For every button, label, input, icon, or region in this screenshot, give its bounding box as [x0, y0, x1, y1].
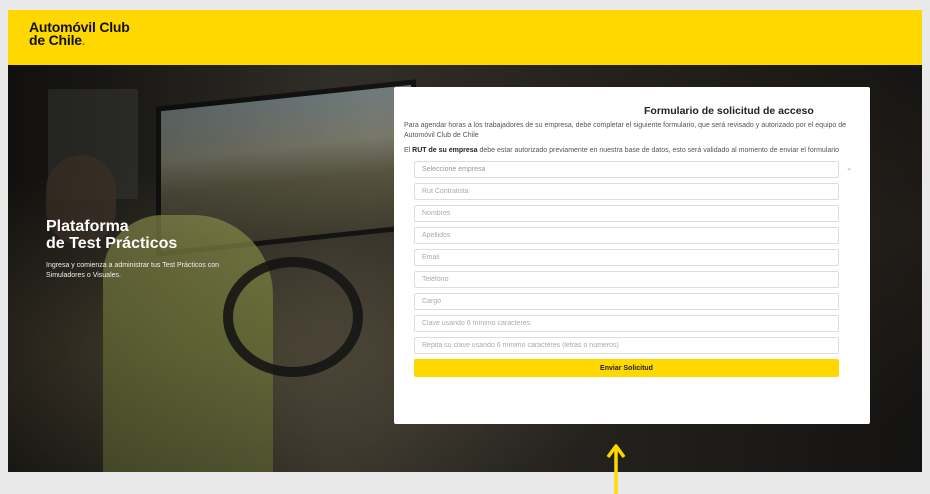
- automovil-club-logo[interactable]: Automóvil Club de Chile.: [29, 20, 130, 48]
- hero-title: Plataforma de Test Prácticos: [46, 218, 177, 252]
- rut-note-prefix: El: [404, 147, 413, 154]
- rut-contratista-input[interactable]: [414, 183, 839, 200]
- form-title: Formulario de solicitud de acceso: [644, 105, 814, 117]
- form-intro-text: Para agendar horas a los trabajadores de…: [404, 122, 847, 139]
- chevron-down-icon: ⌄: [846, 165, 852, 172]
- arrow-up-icon: [606, 444, 626, 494]
- logo-line-2: de Chile: [29, 32, 82, 48]
- apellidos-input[interactable]: [414, 227, 839, 244]
- hero-section: Plataforma de Test Prácticos Ingresa y c…: [8, 65, 922, 472]
- hero-title-line-1: Plataforma: [46, 218, 129, 235]
- password-input[interactable]: [414, 315, 839, 332]
- form-rut-note: El RUT de su empresa debe estar autoriza…: [404, 146, 860, 156]
- company-select-wrapper: Seleccione empresa ⌄: [404, 161, 860, 178]
- submit-request-button[interactable]: Enviar Solicitud: [414, 359, 839, 377]
- hero-subtitle: Ingresa y comienza a administrar tus Tes…: [46, 262, 220, 279]
- rut-note-rest: debe estar autorizado previamente en nue…: [477, 147, 840, 154]
- company-select-value: Seleccione empresa: [422, 166, 486, 173]
- rut-note-bold: RUT de su empresa: [412, 147, 478, 154]
- telefono-input[interactable]: [414, 271, 839, 288]
- cargo-input[interactable]: [414, 293, 839, 310]
- browser-viewport: Automóvil Club de Chile. Plataforma de T…: [8, 10, 922, 472]
- company-select[interactable]: Seleccione empresa: [414, 161, 839, 178]
- site-header: Automóvil Club de Chile.: [8, 10, 922, 65]
- email-input[interactable]: [414, 249, 839, 266]
- access-request-form: Formulario de solicitud de acceso Para a…: [394, 87, 870, 424]
- hero-title-line-2: de Test Prácticos: [46, 235, 178, 252]
- nombres-input[interactable]: [414, 205, 839, 222]
- logo-dot: .: [81, 34, 85, 48]
- password-confirm-input[interactable]: [414, 337, 839, 354]
